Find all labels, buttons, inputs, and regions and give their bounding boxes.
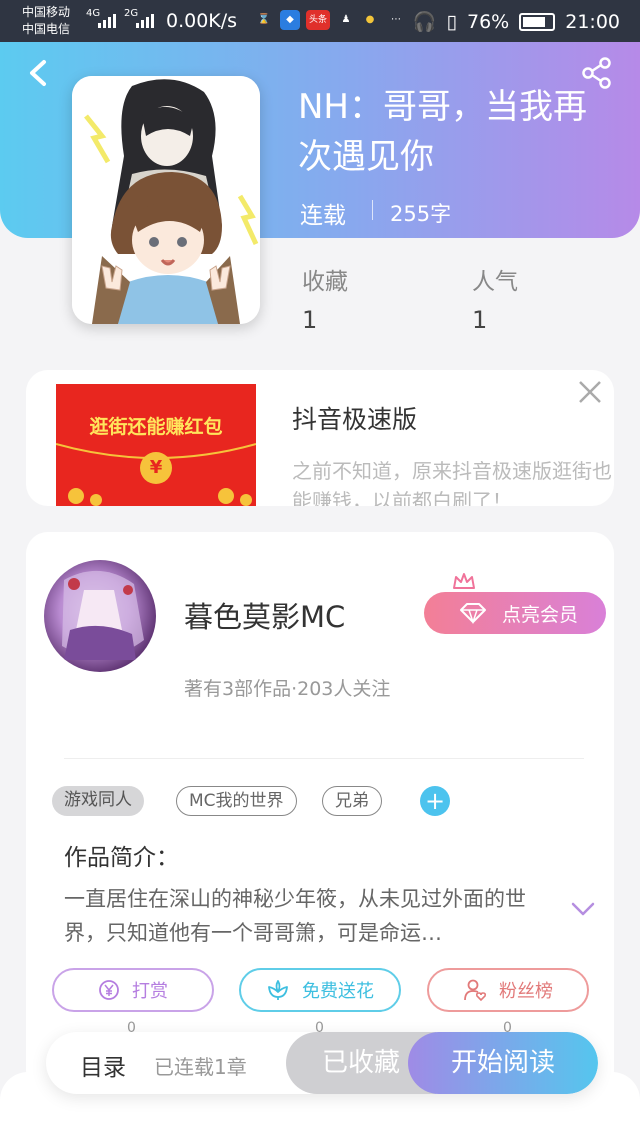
- back-icon[interactable]: [24, 56, 54, 90]
- book-cover[interactable]: [72, 76, 260, 324]
- toc-button[interactable]: 目录: [80, 1048, 126, 1082]
- fans-ranking-button[interactable]: 粉丝榜: [427, 968, 589, 1012]
- add-tag-icon[interactable]: +: [420, 786, 450, 816]
- intro-text: 一直居住在深山的神秘少年筱，从未见过外面的世界，只知道他有一个哥哥箫，可是命运…: [64, 887, 526, 945]
- tag-minecraft[interactable]: MC我的世界: [176, 786, 297, 816]
- signal-icon-2: [136, 12, 154, 28]
- headphone-icon: 🎧: [412, 11, 437, 33]
- stat-popularity-label: 人气: [472, 269, 518, 295]
- vibrate-icon: ▯: [446, 10, 457, 33]
- vip-button[interactable]: 点亮会员: [424, 592, 606, 634]
- qq-icon: ♟: [341, 14, 351, 25]
- flower-icon: [268, 980, 288, 1000]
- status-right: 🎧 ▯ 76% 21:00: [412, 10, 620, 34]
- hourglass-icon: ⌛: [257, 14, 271, 25]
- fans-ranking-label: 粉丝榜: [499, 981, 553, 1002]
- tag-game-fanfic[interactable]: 游戏同人: [52, 786, 144, 816]
- ad-description: 之前不知道，原来抖音极速版逛街也能赚钱，以前都白刷了！: [292, 459, 612, 506]
- stat-favorites-value: 1: [302, 306, 318, 334]
- reward-button[interactable]: 打赏: [52, 968, 214, 1012]
- clock: 21:00: [565, 10, 620, 33]
- author-avatar[interactable]: [44, 560, 156, 672]
- vip-button-label: 点亮会员: [502, 603, 579, 626]
- ad-title: 抖音极速版: [292, 405, 418, 434]
- close-icon[interactable]: [576, 378, 604, 406]
- avatar-illustration: [62, 570, 144, 660]
- book-status: 连载: [300, 203, 346, 229]
- send-flower-label: 免费送花: [302, 981, 374, 1002]
- coin-icon: ¥: [140, 452, 172, 484]
- network-speed: 0.00K/s: [166, 10, 238, 32]
- card-divider: [64, 758, 584, 759]
- tag-brothers[interactable]: 兄弟: [322, 786, 382, 816]
- battery-icon: [519, 12, 556, 31]
- start-reading-button[interactable]: 开始阅读: [408, 1032, 598, 1094]
- notification-icon: ●: [365, 14, 375, 25]
- ad-image: 逛街还能赚红包 ¥: [56, 384, 256, 506]
- user-heart-icon: [464, 979, 487, 1002]
- book-title: NH：哥哥，当我再次遇见你: [298, 87, 587, 177]
- shield-icon: ◆: [280, 10, 300, 30]
- author-meta: 著有3部作品·203人关注: [184, 678, 391, 700]
- status-bar: 中国移动 中国电信 4G 2G 0.00K/s ⌛ ◆ 头条 ♟ ● ⋯ 🎧 ▯…: [0, 0, 640, 42]
- ad-card[interactable]: 逛街还能赚红包 ¥ 抖音极速版 之前不知道，原来抖音极速版逛街也能赚钱，以前都白…: [26, 370, 614, 506]
- battery-percent: 76%: [467, 10, 510, 33]
- send-flower-button[interactable]: 免费送花: [239, 968, 401, 1012]
- carrier-1: 中国移动: [22, 5, 71, 19]
- bottom-action-bar: 目录 已连载1章 已收藏 开始阅读: [46, 1032, 598, 1094]
- chevron-down-icon[interactable]: [570, 900, 596, 918]
- chapter-status: 已连载1章: [154, 1055, 247, 1079]
- carrier-2: 中国电信: [22, 22, 71, 36]
- signal-icon: [98, 12, 116, 28]
- book-word-count: 255字: [390, 202, 452, 226]
- reward-label: 打赏: [132, 981, 168, 1002]
- toutiao-icon: 头条: [306, 10, 330, 30]
- author-name[interactable]: 暮色莫影MC: [184, 594, 345, 636]
- cover-illustration: [72, 76, 260, 324]
- crown-icon: [453, 573, 475, 589]
- status-divider: [372, 200, 373, 220]
- ad-envelope-lines: [56, 443, 256, 506]
- stat-favorites-label: 收藏: [302, 269, 348, 295]
- yuan-icon: [99, 980, 119, 1000]
- intro-heading: 作品简介：: [64, 845, 179, 871]
- carrier-labels: 中国移动 中国电信: [22, 4, 70, 38]
- stat-popularity-value: 1: [472, 306, 488, 334]
- more-icon: ⋯: [391, 14, 401, 25]
- diamond-icon: [460, 603, 486, 624]
